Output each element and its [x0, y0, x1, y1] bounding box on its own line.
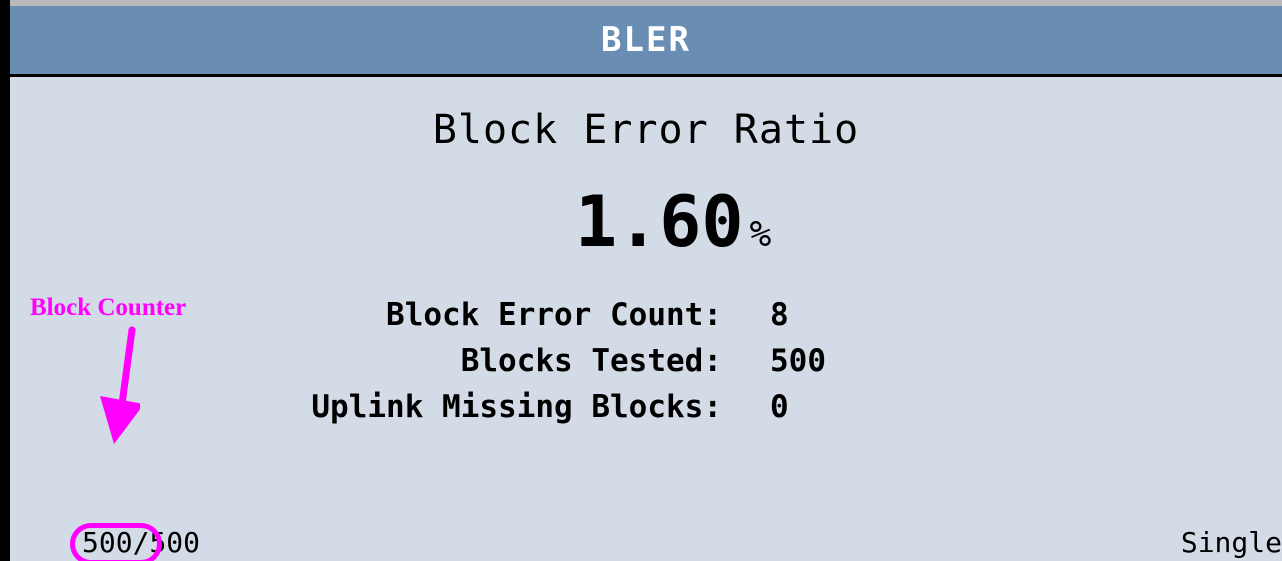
measurement-mode: Single — [1180, 526, 1282, 559]
measurement-heading: Block Error Ratio — [432, 107, 860, 153]
stat-label: Block Error Count: — [386, 297, 722, 333]
annotation-arrow-icon — [100, 326, 140, 444]
stat-row-missing-blocks: Uplink Missing Blocks: 0 — [10, 389, 1282, 433]
ratio-unit: % — [749, 214, 772, 255]
stat-label: Blocks Tested: — [460, 343, 722, 379]
ratio-value: 1.60 — [575, 181, 744, 263]
stat-row-blocks-tested: Blocks Tested: 500 — [10, 343, 1282, 387]
annotation-label: Block Counter — [30, 294, 187, 321]
screen-title: BLER — [601, 20, 691, 60]
stat-value: 8 — [770, 297, 789, 333]
measurement-panel: Block Error Ratio 1.60 % Block Error Cou… — [10, 77, 1282, 561]
stat-label: Uplink Missing Blocks: — [311, 389, 722, 425]
title-bar: BLER — [10, 6, 1282, 77]
left-border — [0, 0, 10, 561]
stat-row-error-count: Block Error Count: 8 — [10, 297, 1282, 341]
bler-screen: BLER Block Error Ratio 1.60 % Block Erro… — [0, 0, 1282, 561]
stat-value: 0 — [770, 389, 789, 425]
ratio-readout: 1.60 % — [575, 181, 771, 263]
stat-value: 500 — [770, 343, 826, 379]
block-counter-highlight — [70, 523, 162, 561]
